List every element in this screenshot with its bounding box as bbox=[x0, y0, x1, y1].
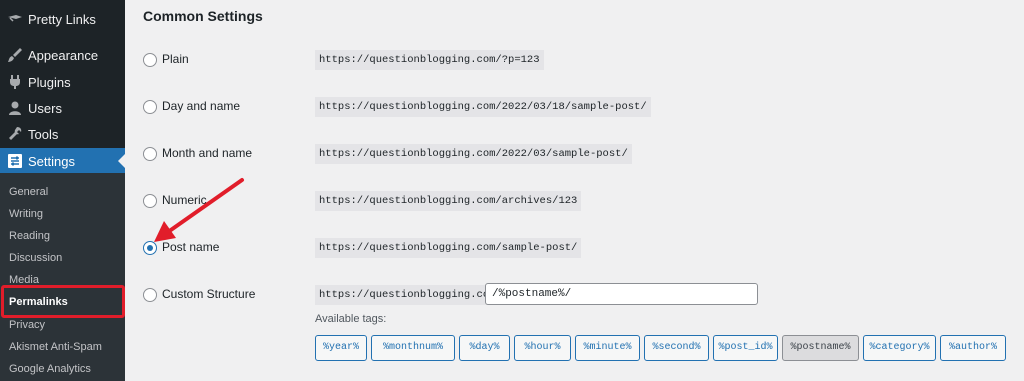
example-url: https://questionblogging.com/2022/03/sam… bbox=[315, 144, 632, 164]
tag-postname[interactable]: %postname% bbox=[782, 335, 859, 361]
tag-hour[interactable]: %hour% bbox=[514, 335, 571, 361]
active-indicator bbox=[118, 154, 125, 168]
option-label[interactable]: Custom Structure bbox=[162, 287, 255, 301]
option-label[interactable]: Day and name bbox=[162, 99, 240, 113]
settings-icon bbox=[8, 154, 22, 168]
menu-item-appearance[interactable]: Appearance bbox=[0, 42, 125, 68]
example-url: https://questionblogging.com/2022/03/18/… bbox=[315, 97, 651, 117]
radio-plain[interactable] bbox=[143, 53, 157, 67]
submenu-item-discussion[interactable]: Discussion bbox=[9, 250, 62, 266]
option-label[interactable]: Numeric bbox=[162, 193, 207, 207]
radio-numeric[interactable] bbox=[143, 194, 157, 208]
submenu-item-general[interactable]: General bbox=[9, 184, 48, 200]
menu-item-label: Pretty Links bbox=[28, 11, 96, 27]
radio-day-and-name[interactable] bbox=[143, 100, 157, 114]
menu-item-label: Plugins bbox=[28, 74, 71, 90]
custom-structure-input[interactable] bbox=[485, 283, 758, 305]
option-row-month-and-name: Month and name https://questionblogging.… bbox=[125, 144, 1024, 166]
tag-minute[interactable]: %minute% bbox=[575, 335, 640, 361]
radio-custom-structure[interactable] bbox=[143, 288, 157, 302]
tag-post-id[interactable]: %post_id% bbox=[713, 335, 778, 361]
tag-category[interactable]: %category% bbox=[863, 335, 936, 361]
example-url: https://questionblogging.com/?p=123 bbox=[315, 50, 544, 70]
example-url: https://questionblogging.com bbox=[315, 285, 500, 305]
menu-item-users[interactable]: Users bbox=[0, 95, 125, 121]
example-url: https://questionblogging.com/archives/12… bbox=[315, 191, 582, 211]
plugin-icon bbox=[10, 75, 20, 89]
main-content: Common Settings Plain https://questionbl… bbox=[125, 0, 1024, 381]
section-heading: Common Settings bbox=[143, 8, 263, 24]
option-row-plain: Plain https://questionblogging.com/?p=12… bbox=[125, 50, 1024, 72]
submenu-item-reading[interactable]: Reading bbox=[9, 228, 50, 244]
submenu-item-writing[interactable]: Writing bbox=[9, 206, 43, 222]
submenu-item-akismet[interactable]: Akismet Anti-Spam bbox=[9, 339, 102, 355]
radio-post-name[interactable] bbox=[143, 241, 157, 255]
option-row-post-name: Post name https://questionblogging.com/s… bbox=[125, 238, 1024, 260]
option-label[interactable]: Post name bbox=[162, 240, 219, 254]
tag-author[interactable]: %author% bbox=[940, 335, 1006, 361]
example-url: https://questionblogging.com/sample-post… bbox=[315, 238, 582, 258]
tag-day[interactable]: %day% bbox=[459, 335, 510, 361]
menu-item-label: Tools bbox=[28, 126, 59, 142]
tag-second[interactable]: %second% bbox=[644, 335, 709, 361]
user-icon bbox=[9, 101, 21, 115]
menu-item-label: Users bbox=[28, 100, 62, 116]
radio-month-and-name[interactable] bbox=[143, 147, 157, 161]
option-row-numeric: Numeric https://questionblogging.com/arc… bbox=[125, 191, 1024, 213]
menu-item-pretty-links[interactable]: Pretty Links bbox=[0, 6, 125, 32]
menu-item-tools[interactable]: Tools bbox=[0, 121, 125, 147]
menu-item-plugins[interactable]: Plugins bbox=[0, 69, 125, 95]
menu-item-label: Appearance bbox=[28, 47, 99, 63]
tag-monthnum[interactable]: %monthnum% bbox=[371, 335, 455, 361]
admin-sidebar: Pretty Links Appearance Plugins Users To… bbox=[0, 0, 125, 381]
menu-item-settings[interactable]: Settings bbox=[0, 148, 125, 174]
tag-year[interactable]: %year% bbox=[315, 335, 367, 361]
available-tags-label: Available tags: bbox=[315, 313, 387, 325]
menu-item-label: Settings bbox=[28, 153, 75, 169]
permalinks-highlight-box bbox=[1, 285, 125, 318]
submenu-item-privacy[interactable]: Privacy bbox=[9, 317, 45, 333]
paintbrush-icon bbox=[8, 48, 22, 62]
pretty-links-icon bbox=[8, 15, 22, 22]
submenu-item-google-analytics[interactable]: Google Analytics bbox=[9, 361, 91, 377]
wrench-icon bbox=[9, 127, 22, 140]
option-label[interactable]: Month and name bbox=[162, 146, 252, 160]
option-label[interactable]: Plain bbox=[162, 52, 189, 66]
option-row-day-and-name: Day and name https://questionblogging.co… bbox=[125, 97, 1024, 119]
